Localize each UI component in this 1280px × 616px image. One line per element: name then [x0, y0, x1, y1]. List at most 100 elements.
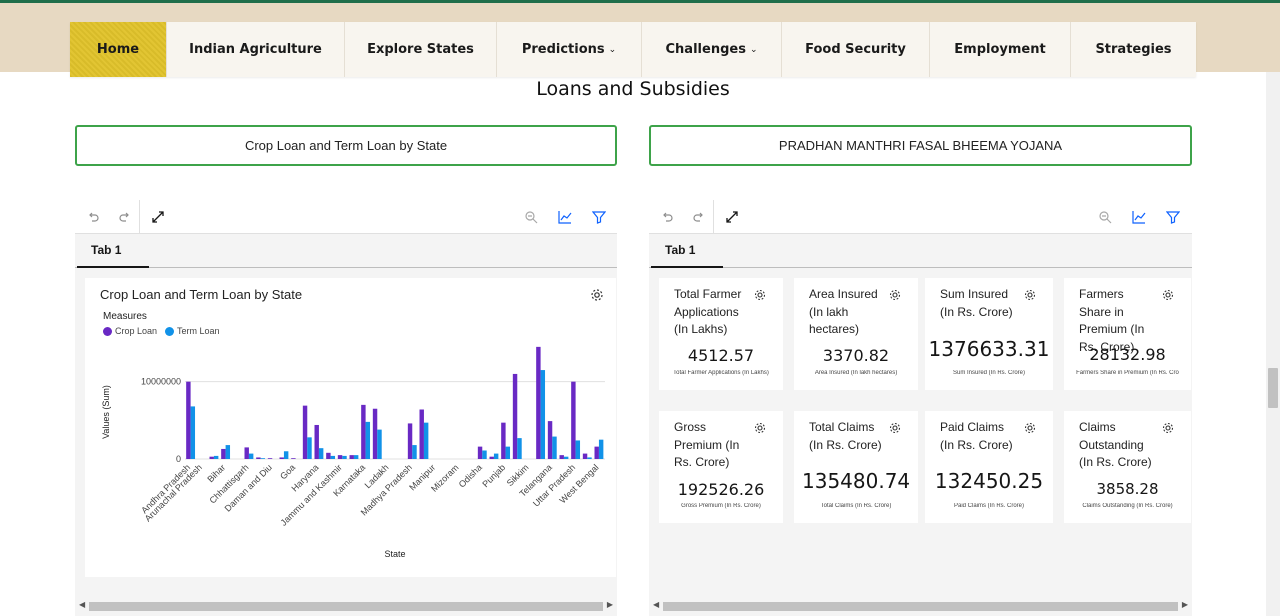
scroll-left-icon[interactable]: ◀ — [653, 600, 659, 609]
kpi-caption: Paid Claims (In Rs. Crore) — [953, 503, 1024, 509]
zoom-icon[interactable] — [523, 209, 539, 225]
gear-icon[interactable] — [1161, 421, 1175, 435]
nav-strategies-label: Strategies — [1095, 42, 1172, 57]
redo-icon[interactable] — [117, 209, 133, 225]
pmfby-dashboard: Tab 1 Total Farmer Applications (In Lakh… — [649, 200, 1192, 616]
chart-type-icon[interactable] — [1131, 209, 1147, 225]
bar-term-loan — [482, 450, 487, 459]
horizontal-scrollbar[interactable]: ◀ ▶ — [649, 600, 1192, 612]
kpi-title: Claims Outstanding (In Rs. Crore) — [1079, 420, 1152, 469]
bar-crop-loan — [326, 452, 331, 459]
pmfby-tab-button[interactable]: PRADHAN MANTHRI FASAL BHEEMA YOJANA — [649, 125, 1192, 166]
bar-term-loan — [377, 429, 382, 459]
bar-crop-loan — [256, 457, 261, 459]
dashboard-tabs: Tab 1 — [75, 234, 617, 268]
bar-term-loan — [283, 451, 289, 459]
nav-explore-states[interactable]: Explore States — [345, 22, 497, 77]
crop-loan-dashboard: Tab 1 Crop Loan and Term Loan by State M… — [75, 200, 617, 616]
scrollbar-thumb[interactable] — [663, 602, 1178, 611]
undo-icon[interactable] — [659, 209, 675, 225]
bar-crop-loan — [512, 373, 518, 459]
bar-term-loan — [517, 438, 522, 459]
filter-icon[interactable] — [591, 209, 607, 225]
bar-crop-loan — [582, 453, 588, 459]
page-scrollbar[interactable] — [1266, 72, 1280, 616]
kpi-title: Area Insured (In lakh hectares) — [809, 287, 878, 336]
nav-employment[interactable]: Employment — [930, 22, 1071, 77]
scroll-left-icon[interactable]: ◀ — [79, 600, 85, 609]
bar-term-loan — [412, 445, 417, 459]
nav-food-security-label: Food Security — [805, 42, 906, 57]
main-nav: Home Indian Agriculture Explore States P… — [70, 22, 1196, 77]
pmfby-tab-label: PRADHAN MANTHRI FASAL BHEEMA YOJANA — [778, 138, 1063, 153]
nav-indian-agriculture[interactable]: Indian Agriculture — [167, 22, 345, 77]
page-scrollbar-thumb[interactable] — [1268, 368, 1278, 408]
bar-term-loan — [493, 453, 499, 459]
bar-crop-loan — [314, 424, 319, 459]
redo-icon[interactable] — [691, 209, 707, 225]
bar-term-loan — [260, 458, 266, 459]
scroll-right-icon[interactable]: ▶ — [1182, 600, 1188, 609]
gear-icon[interactable] — [1023, 421, 1037, 435]
gear-icon[interactable] — [1161, 288, 1175, 302]
nav-indian-agriculture-label: Indian Agriculture — [189, 42, 322, 57]
nav-challenges[interactable]: Challenges ⌄ — [642, 22, 782, 77]
nav-home[interactable]: Home — [70, 22, 167, 77]
chart-type-icon[interactable] — [557, 209, 573, 225]
undo-icon[interactable] — [85, 209, 101, 225]
scroll-right-icon[interactable]: ▶ — [607, 600, 613, 609]
x-tick-label: Arunachal Pradesh — [143, 462, 204, 523]
tab-1[interactable]: Tab 1 — [651, 234, 723, 268]
gear-icon[interactable] — [888, 288, 902, 302]
expand-icon[interactable] — [150, 209, 166, 225]
bar-term-loan — [307, 437, 312, 459]
expand-icon[interactable] — [724, 209, 740, 225]
x-tick-label: Goa — [278, 462, 297, 481]
tab-1-label: Tab 1 — [665, 243, 696, 257]
kpi-value: 1376633.31 — [928, 337, 1050, 361]
bar-term-loan — [540, 370, 546, 459]
kpi-area-insured: Area Insured (In lakh hectares) 3370.82 … — [794, 278, 918, 390]
nav-employment-label: Employment — [954, 42, 1046, 57]
nav-strategies[interactable]: Strategies — [1071, 22, 1196, 77]
bar-crop-loan — [361, 404, 366, 459]
scrollbar-thumb[interactable] — [89, 602, 603, 611]
kpi-title: Gross Premium (In Rs. Crore) — [674, 420, 740, 469]
tab-1-label: Tab 1 — [91, 243, 122, 257]
nav-predictions[interactable]: Predictions ⌄ — [497, 22, 642, 77]
kpi-caption: Area Insured (In lakh hectares) — [814, 370, 898, 376]
filter-icon[interactable] — [1165, 209, 1181, 225]
y-axis-title: Values (Sum) — [101, 385, 111, 439]
gear-icon[interactable] — [1023, 288, 1037, 302]
gear-icon[interactable] — [888, 421, 902, 435]
tab-1[interactable]: Tab 1 — [77, 234, 149, 268]
crop-loan-tab-button[interactable]: Crop Loan and Term Loan by State — [75, 125, 617, 166]
bar-term-loan — [342, 455, 347, 459]
nav-explore-states-label: Explore States — [367, 42, 474, 57]
bar-crop-loan — [337, 455, 343, 459]
chevron-down-icon: ⌄ — [749, 44, 758, 55]
kpi-value: 4512.57 — [687, 346, 755, 365]
section-title: Loans and Subsidies — [536, 78, 730, 100]
kpi-sum-insured: Sum Insured (In Rs. Crore) 1376633.31 Su… — [925, 278, 1053, 390]
horizontal-scrollbar[interactable]: ◀ ▶ — [75, 600, 617, 612]
gear-icon[interactable] — [753, 288, 767, 302]
kpi-title: Paid Claims (In Rs. Crore) — [940, 420, 1013, 452]
dashboard-toolbar — [75, 200, 617, 234]
crop-loan-tab-label: Crop Loan and Term Loan by State — [244, 138, 448, 153]
nav-home-label: Home — [96, 42, 140, 57]
toolbar-divider — [713, 200, 714, 234]
bar-term-loan — [598, 439, 604, 459]
nav-challenges-label: Challenges — [665, 42, 746, 57]
bar-crop-loan — [547, 421, 553, 459]
gear-icon[interactable] — [753, 421, 767, 435]
zoom-icon[interactable] — [1097, 209, 1113, 225]
bar-term-loan — [318, 448, 324, 459]
bar-crop-loan — [559, 455, 564, 459]
kpi-total-claims: Total Claims (In Rs. Crore) 135480.74 To… — [794, 411, 918, 523]
kpi-title: Sum Insured (In Rs. Crore) — [940, 287, 1013, 319]
bar-term-loan — [563, 456, 569, 459]
bar-crop-loan — [221, 448, 226, 459]
nav-food-security[interactable]: Food Security — [782, 22, 930, 77]
kpi-caption: Total Claims (In Rs. Crore) — [820, 503, 892, 509]
